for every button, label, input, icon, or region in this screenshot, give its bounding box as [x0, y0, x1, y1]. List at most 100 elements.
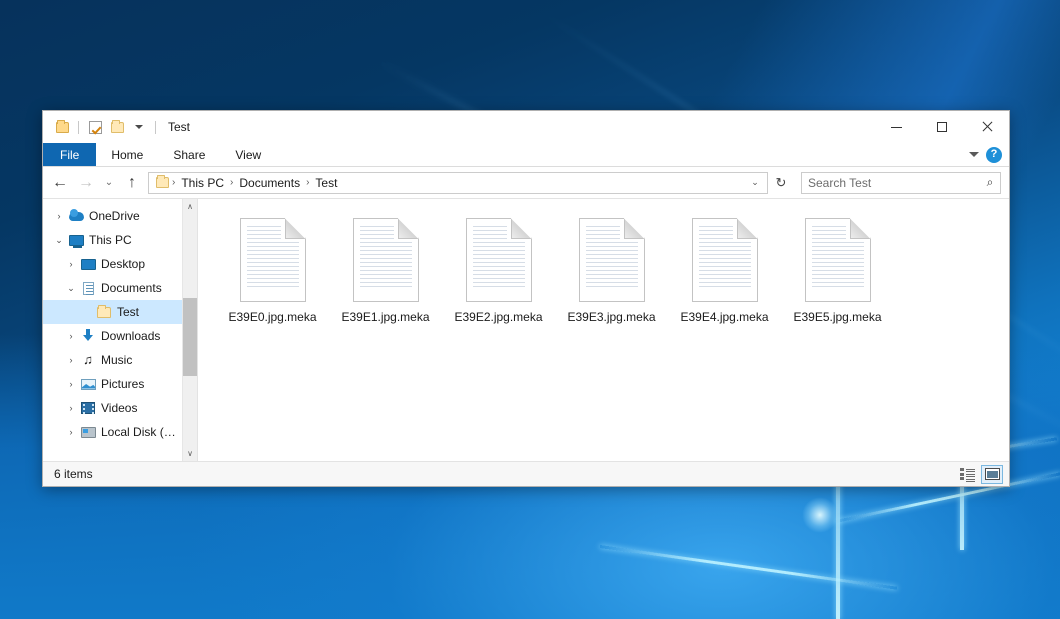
scrollbar-thumb[interactable] [183, 298, 197, 377]
scrollbar-track[interactable] [183, 214, 197, 446]
documents-icon [79, 282, 97, 295]
close-button[interactable] [964, 111, 1009, 143]
file-name-label: E39E4.jpg.meka [680, 310, 768, 324]
search-icon: ⌕ [980, 175, 1000, 190]
breadcrumb-item-test[interactable]: Test [310, 176, 342, 190]
sidebar-item-onedrive[interactable]: › OneDrive [43, 204, 182, 228]
file-item[interactable]: E39E0.jpg.meka [216, 213, 329, 324]
tab-view[interactable]: View [220, 143, 276, 166]
maximize-button[interactable] [919, 111, 964, 143]
navigation-tree: › OneDrive ⌄ This PC › Desktop ⌄ [43, 199, 182, 461]
minimize-button[interactable] [874, 111, 919, 143]
ribbon-tab-bar: File Home Share View ? [43, 143, 1009, 167]
tab-file[interactable]: File [43, 143, 96, 166]
generic-file-icon [348, 215, 424, 305]
file-name-label: E39E0.jpg.meka [228, 310, 316, 324]
refresh-button[interactable]: ↻ [770, 172, 792, 194]
large-icons-view-button[interactable] [981, 465, 1003, 484]
sidebar-item-local-disk-c[interactable]: › Local Disk (C:) [43, 420, 182, 444]
breadcrumb-folder-icon [156, 177, 169, 188]
file-item[interactable]: E39E4.jpg.meka [668, 213, 781, 324]
view-mode-buttons [956, 465, 1003, 484]
item-count-label: 6 items [54, 467, 93, 481]
expander-chevron-right-icon[interactable]: › [63, 355, 79, 365]
title-bar: Test [43, 111, 1009, 143]
toolbar-divider [155, 121, 156, 134]
expander-chevron-right-icon[interactable]: › [51, 211, 67, 221]
folder-icon[interactable] [52, 117, 72, 137]
breadcrumb-item-this-pc[interactable]: This PC [176, 176, 229, 190]
address-bar: ← → ⌄ ↑ › This PC › Documents › Test ⌄ ↻… [43, 167, 1009, 198]
file-name-label: E39E5.jpg.meka [793, 310, 881, 324]
expander-chevron-right-icon[interactable]: › [63, 427, 79, 437]
file-item[interactable]: E39E1.jpg.meka [329, 213, 442, 324]
generic-file-icon [235, 215, 311, 305]
expand-ribbon-chevron-down-icon[interactable] [969, 152, 979, 157]
new-folder-icon[interactable] [107, 117, 127, 137]
this-pc-icon [67, 235, 85, 246]
sidebar-item-label: Videos [101, 401, 137, 415]
file-list-view[interactable]: E39E0.jpg.meka E39E1.jpg.meka [198, 199, 1009, 461]
expander-chevron-down-icon[interactable]: ⌄ [51, 235, 67, 246]
generic-file-icon [574, 215, 650, 305]
forward-button[interactable]: → [73, 170, 99, 196]
sidebar-item-label: Local Disk (C:) [101, 425, 178, 439]
sidebar-item-pictures[interactable]: › Pictures [43, 372, 182, 396]
explorer-body: › OneDrive ⌄ This PC › Desktop ⌄ [43, 198, 1009, 461]
folder-icon [95, 307, 113, 318]
sidebar-item-test[interactable]: Test [43, 300, 182, 324]
sidebar-item-label: Documents [101, 281, 162, 295]
sidebar-item-music[interactable]: › ♫ Music [43, 348, 182, 372]
expander-chevron-down-icon[interactable]: ⌄ [63, 283, 79, 294]
toolbar-divider [78, 121, 79, 134]
onedrive-icon [67, 212, 85, 221]
desktop-icon [79, 259, 97, 270]
sidebar-item-label: OneDrive [89, 209, 140, 223]
search-box[interactable]: ⌕ [801, 172, 1001, 194]
sidebar-item-this-pc[interactable]: ⌄ This PC [43, 228, 182, 252]
breadcrumb[interactable]: › This PC › Documents › Test ⌄ [148, 172, 768, 194]
wallpaper-vanishing-point [802, 497, 838, 533]
expander-chevron-right-icon[interactable]: › [63, 331, 79, 341]
up-button[interactable]: ↑ [119, 170, 145, 196]
file-name-label: E39E3.jpg.meka [567, 310, 655, 324]
sidebar-item-label: This PC [89, 233, 132, 247]
expander-chevron-right-icon[interactable]: › [63, 379, 79, 389]
properties-icon[interactable] [85, 117, 105, 137]
details-view-button[interactable] [956, 465, 978, 484]
recent-locations-chevron-down-icon[interactable]: ⌄ [99, 170, 119, 196]
disk-icon [79, 427, 97, 438]
sidebar-item-desktop[interactable]: › Desktop [43, 252, 182, 276]
tab-home[interactable]: Home [96, 143, 158, 166]
file-item[interactable]: E39E2.jpg.meka [442, 213, 555, 324]
file-item[interactable]: E39E3.jpg.meka [555, 213, 668, 324]
sidebar-item-label: Test [117, 305, 139, 319]
sidebar-item-documents[interactable]: ⌄ Documents [43, 276, 182, 300]
downloads-icon [79, 329, 97, 343]
file-name-label: E39E2.jpg.meka [454, 310, 542, 324]
expander-chevron-right-icon[interactable]: › [63, 259, 79, 269]
help-button[interactable]: ? [986, 147, 1002, 163]
search-input[interactable] [802, 176, 980, 190]
sidebar-item-downloads[interactable]: › Downloads [43, 324, 182, 348]
videos-icon [79, 402, 97, 414]
pictures-icon [79, 379, 97, 390]
generic-file-icon [461, 215, 537, 305]
sidebar-item-label: Pictures [101, 377, 144, 391]
back-button[interactable]: ← [47, 170, 73, 196]
sidebar-item-videos[interactable]: › Videos [43, 396, 182, 420]
file-item[interactable]: E39E5.jpg.meka [781, 213, 894, 324]
sidebar-item-label: Downloads [101, 329, 160, 343]
sidebar-scrollbar[interactable]: ∧ ∨ [182, 199, 197, 461]
scroll-up-arrow-icon[interactable]: ∧ [183, 199, 197, 214]
address-dropdown-chevron-down-icon[interactable]: ⌄ [747, 177, 763, 188]
breadcrumb-item-documents[interactable]: Documents [234, 176, 305, 190]
sidebar-item-label: Desktop [101, 257, 145, 271]
expander-chevron-right-icon[interactable]: › [63, 403, 79, 413]
file-name-label: E39E1.jpg.meka [341, 310, 429, 324]
chevron-down-icon[interactable] [129, 117, 149, 137]
scroll-down-arrow-icon[interactable]: ∨ [183, 446, 197, 461]
tab-share[interactable]: Share [158, 143, 220, 166]
details-view-icon [960, 468, 975, 480]
status-bar: 6 items [43, 461, 1009, 486]
